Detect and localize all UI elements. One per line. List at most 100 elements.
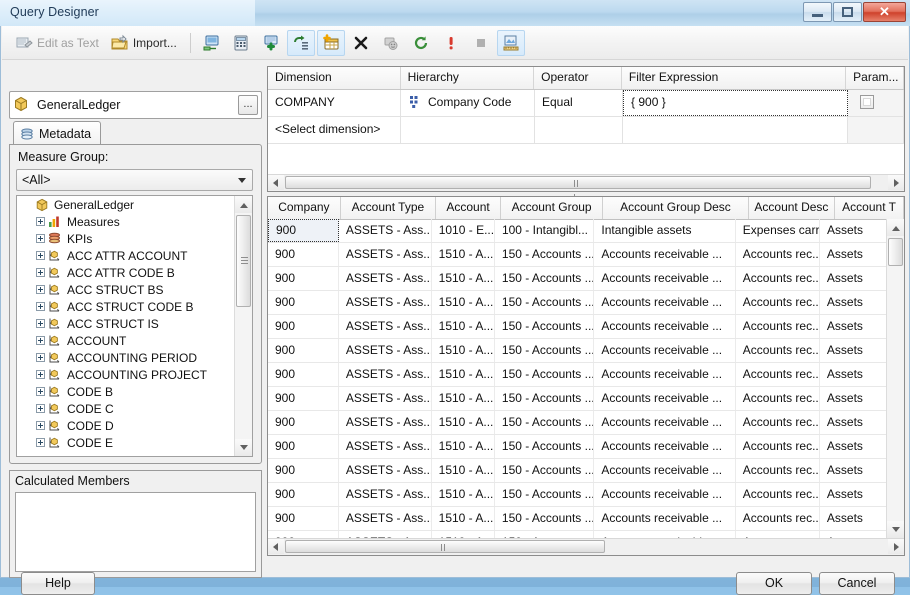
tree-item[interactable]: Measures — [17, 213, 236, 230]
table-cell[interactable]: Accounts rec... — [736, 459, 820, 482]
table-row[interactable]: 900ASSETS - Ass...1510 - A...150 - Accou… — [268, 531, 887, 538]
table-cell[interactable]: 150 - Accounts ... — [495, 411, 595, 434]
table-cell[interactable]: 150 - Accounts ... — [495, 435, 595, 458]
tree-expander-plus-icon[interactable] — [36, 353, 45, 362]
table-cell[interactable]: Assets — [820, 411, 887, 434]
table-row[interactable]: 900ASSETS - Ass...1510 - A...150 - Accou… — [268, 459, 887, 483]
tree-expander-plus-icon[interactable] — [36, 370, 45, 379]
table-cell[interactable]: 1510 - A... — [432, 459, 495, 482]
result-column-header[interactable]: Company — [268, 197, 341, 219]
tree-item[interactable]: ACCOUNT — [17, 332, 236, 349]
table-cell[interactable]: Assets — [820, 219, 887, 242]
tree-item[interactable]: ACCOUNTING PERIOD — [17, 349, 236, 366]
table-cell[interactable]: 150 - Accounts ... — [495, 507, 595, 530]
table-cell[interactable]: 1510 - A... — [432, 339, 495, 362]
table-cell[interactable]: 900 — [268, 363, 339, 386]
filter-column-header[interactable]: Operator — [534, 67, 622, 89]
table-cell[interactable]: ASSETS - Ass... — [339, 267, 432, 290]
tree-item[interactable]: CODE E — [17, 434, 236, 451]
table-cell[interactable]: 1510 - A... — [432, 291, 495, 314]
table-cell[interactable]: Assets — [820, 315, 887, 338]
table-cell[interactable]: Assets — [820, 291, 887, 314]
table-cell[interactable]: Accounts receivable ... — [594, 339, 736, 362]
scroll-down-button[interactable] — [887, 521, 904, 538]
table-cell[interactable]: Expenses carr... — [736, 219, 820, 242]
table-cell[interactable]: Accounts receivable ... — [594, 291, 736, 314]
tree-expander-plus-icon[interactable] — [36, 421, 45, 430]
table-cell[interactable]: 1510 - A... — [432, 483, 495, 506]
tree-item[interactable]: ACC ATTR CODE B — [17, 264, 236, 281]
result-grid-body[interactable]: 900 ASSETS - Ass... 1010 - E... 100 - Intan… — [268, 219, 887, 538]
result-scroll-right-button[interactable] — [888, 539, 904, 554]
table-cell[interactable]: Accounts rec... — [736, 483, 820, 506]
table-cell[interactable]: ASSETS - Ass... — [339, 435, 432, 458]
table-cell[interactable]: 900 — [268, 411, 339, 434]
filter-expression-empty[interactable] — [623, 117, 848, 143]
table-cell[interactable]: ASSETS - Ass... — [339, 411, 432, 434]
minimize-button[interactable] — [803, 2, 832, 22]
tree-expander-plus-icon[interactable] — [36, 217, 45, 226]
table-cell[interactable]: ASSETS - Ass... — [339, 219, 432, 242]
tree-item[interactable]: CODE B — [17, 383, 236, 400]
table-row[interactable]: 900ASSETS - Ass...1510 - A...150 - Accou… — [268, 291, 887, 315]
close-button[interactable]: ✕ — [863, 2, 906, 22]
scrollbar-thumb[interactable] — [888, 238, 903, 266]
table-cell[interactable]: Assets — [820, 267, 887, 290]
table-cell[interactable]: Accounts receivable ... — [594, 531, 736, 538]
scroll-up-button[interactable] — [887, 219, 904, 236]
result-column-header[interactable]: Account Desc — [749, 197, 836, 219]
table-row[interactable]: 900ASSETS - Ass...1510 - A...150 - Accou… — [268, 411, 887, 435]
table-cell[interactable]: Accounts receivable ... — [594, 507, 736, 530]
table-cell[interactable]: 1510 - A... — [432, 387, 495, 410]
table-cell[interactable]: 100 - Intangibl... — [495, 219, 595, 242]
table-cell[interactable]: 1510 - A... — [432, 411, 495, 434]
tree-item[interactable]: KPIs — [17, 230, 236, 247]
table-cell[interactable]: 1510 - A... — [432, 507, 495, 530]
table-cell[interactable]: 900 — [268, 339, 339, 362]
table-cell[interactable]: ASSETS - Ass... — [339, 315, 432, 338]
tree-item[interactable]: ACC STRUCT IS — [17, 315, 236, 332]
table-cell[interactable]: 900 — [268, 435, 339, 458]
table-cell[interactable]: ASSETS - Ass... — [339, 459, 432, 482]
table-cell[interactable]: 150 - Accounts ... — [495, 339, 595, 362]
table-cell[interactable]: Assets — [820, 435, 887, 458]
filter-column-header[interactable]: Dimension — [268, 67, 401, 89]
result-column-header[interactable]: Account Group — [501, 197, 604, 219]
tree-expander-plus-icon[interactable] — [36, 234, 45, 243]
table-cell[interactable]: 900 — [268, 267, 339, 290]
table-cell[interactable]: ASSETS - Ass... — [339, 507, 432, 530]
refresh-button[interactable] — [407, 30, 435, 56]
cube-selector[interactable]: GeneralLedger ... — [9, 91, 262, 119]
result-column-header[interactable]: Account Type — [341, 197, 437, 219]
table-cell[interactable]: 900 — [268, 243, 339, 266]
table-row[interactable]: 900ASSETS - Ass...1510 - A...150 - Accou… — [268, 339, 887, 363]
table-cell[interactable]: Assets — [820, 459, 887, 482]
table-cell[interactable]: 1510 - A... — [432, 435, 495, 458]
table-cell[interactable]: 150 - Accounts ... — [495, 483, 595, 506]
tree-expander-plus-icon[interactable] — [36, 302, 45, 311]
table-cell[interactable]: 900 — [268, 387, 339, 410]
tree-expander-plus-icon[interactable] — [36, 285, 45, 294]
filter-expression-cell[interactable]: { 900 } — [623, 90, 848, 116]
table-cell[interactable]: Assets — [820, 363, 887, 386]
table-cell[interactable]: Assets — [820, 483, 887, 506]
result-grid-hscrollbar[interactable] — [268, 538, 904, 555]
table-row[interactable]: 900 ASSETS - Ass... 1010 - E... 100 - Intan… — [268, 219, 887, 243]
cancel-button[interactable]: Cancel — [819, 572, 895, 595]
table-cell[interactable]: Accounts rec... — [736, 363, 820, 386]
filter-operator-cell[interactable]: Equal — [535, 90, 623, 116]
filter-hierarchy-empty[interactable] — [401, 117, 535, 143]
tree-expander-plus-icon[interactable] — [36, 438, 45, 447]
scrollbar-thumb[interactable] — [236, 215, 251, 307]
tree-expander-plus-icon[interactable] — [36, 404, 45, 413]
add-calculated-member-button[interactable] — [257, 30, 285, 56]
filter-scroll-left-button[interactable] — [268, 175, 284, 190]
table-row[interactable]: 900ASSETS - Ass...1510 - A...150 - Accou… — [268, 483, 887, 507]
tree-item[interactable]: ACCOUNTING PROJECT — [17, 366, 236, 383]
table-cell[interactable]: 150 - Accounts ... — [495, 243, 595, 266]
maximize-button[interactable] — [833, 2, 862, 22]
table-cell[interactable]: ASSETS - Ass... — [339, 339, 432, 362]
table-row[interactable]: 900ASSETS - Ass...1510 - A...150 - Accou… — [268, 267, 887, 291]
tree-expander-plus-icon[interactable] — [36, 387, 45, 396]
tree-expander-plus-icon[interactable] — [36, 251, 45, 260]
